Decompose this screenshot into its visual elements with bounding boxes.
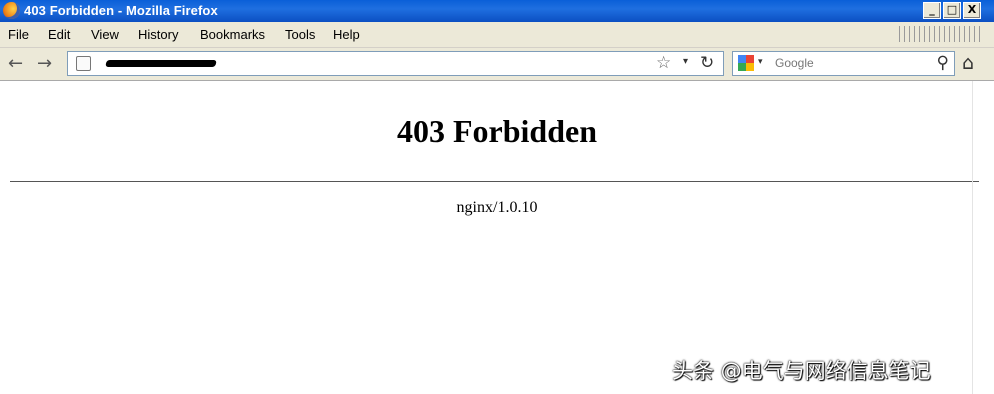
page-content: 403 Forbidden nginx/1.0.10 xyxy=(0,81,994,394)
google-engine-icon[interactable] xyxy=(738,55,754,71)
url-bar[interactable]: ☆ ▾ ↻ xyxy=(67,51,724,76)
window-titlebar[interactable]: 403 Forbidden - Mozilla Firefox _ □ X xyxy=(0,0,994,22)
firefox-logo-icon xyxy=(3,2,20,19)
search-engine-dropdown-icon[interactable]: ▾ xyxy=(758,57,763,67)
minimize-button[interactable]: _ xyxy=(923,2,941,19)
menu-view[interactable]: View xyxy=(91,27,119,42)
menu-bar: File Edit View History Bookmarks Tools H… xyxy=(0,22,994,48)
page-heading: 403 Forbidden xyxy=(396,113,598,149)
menu-edit[interactable]: Edit xyxy=(48,27,70,42)
navigation-toolbar: ← → ☆ ▾ ↻ ▾ Google ⚲ ⌂ xyxy=(0,48,994,81)
home-icon[interactable]: ⌂ xyxy=(962,52,974,74)
toolbar-grip[interactable] xyxy=(899,26,984,42)
close-button[interactable]: X xyxy=(963,2,981,19)
site-identity-icon[interactable] xyxy=(76,56,91,71)
window-title: 403 Forbidden - Mozilla Firefox xyxy=(24,3,218,18)
scrollbar-edge xyxy=(972,81,973,394)
history-dropdown-icon[interactable]: ▾ xyxy=(683,56,688,67)
back-arrow-icon[interactable]: ← xyxy=(8,53,23,74)
maximize-button[interactable]: □ xyxy=(943,2,961,19)
menu-help[interactable]: Help xyxy=(333,27,360,42)
menu-history[interactable]: History xyxy=(138,27,178,42)
reload-icon[interactable]: ↻ xyxy=(700,53,714,73)
forward-arrow-icon[interactable]: → xyxy=(37,53,52,74)
menu-bookmarks[interactable]: Bookmarks xyxy=(200,27,265,42)
redacted-url xyxy=(105,60,217,67)
menu-tools[interactable]: Tools xyxy=(285,27,315,42)
divider xyxy=(10,181,979,182)
watermark-text: 头条 @电气与网络信息笔记 xyxy=(672,359,931,383)
menu-file[interactable]: File xyxy=(8,27,29,42)
search-placeholder: Google xyxy=(775,56,814,70)
search-bar[interactable]: ▾ Google ⚲ xyxy=(732,51,955,76)
search-magnifier-icon[interactable]: ⚲ xyxy=(937,53,949,73)
server-signature: nginx/1.0.10 xyxy=(456,199,538,216)
bookmark-star-icon[interactable]: ☆ xyxy=(656,53,671,73)
